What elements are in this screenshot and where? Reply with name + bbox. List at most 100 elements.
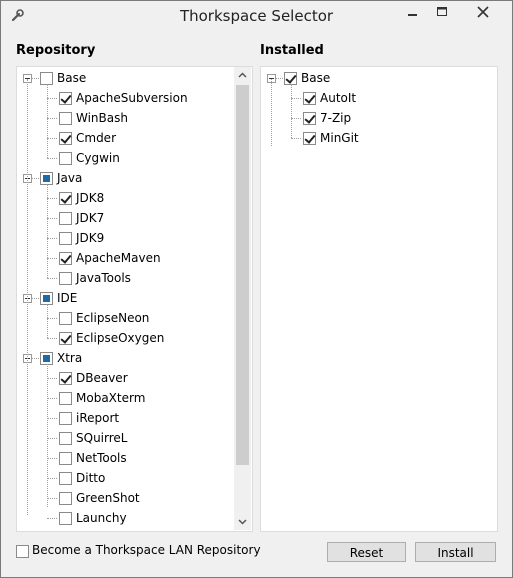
tree-connector (47, 518, 57, 519)
item-checkbox[interactable] (303, 112, 316, 125)
tree-connector (291, 118, 301, 119)
item-checkbox[interactable] (59, 252, 72, 265)
repository-scrollbar[interactable] (234, 67, 251, 530)
tree-connector (47, 364, 48, 507)
item-label: EclipseOxygen (76, 331, 165, 345)
tree-connector (32, 178, 39, 179)
item-label: JDK9 (76, 231, 105, 245)
item-label: MinGit (320, 131, 359, 145)
item-label: 7-Zip (320, 111, 352, 125)
maximize-button[interactable] (429, 1, 455, 23)
tree-connector (276, 78, 283, 79)
tree-connector (47, 338, 57, 339)
title-bar: Thorkspace Selector (1, 1, 512, 31)
item-checkbox[interactable] (59, 472, 72, 485)
lan-repository-label: Become a Thorkspace LAN Repository (32, 543, 261, 557)
item-label: DBeaver (76, 371, 128, 385)
item-label: JDK8 (76, 191, 105, 205)
item-label: Cygwin (76, 151, 120, 165)
chevron-up-icon (238, 72, 247, 78)
tree-connector (291, 138, 301, 139)
item-checkbox[interactable] (59, 112, 72, 125)
item-label: JDK7 (76, 211, 105, 225)
item-label: GreenShot (76, 491, 140, 505)
tree-connector (47, 138, 57, 139)
item-checkbox[interactable] (59, 232, 72, 245)
maximize-icon (437, 7, 447, 16)
item-label: WinBash (76, 111, 128, 125)
group-label: Base (57, 71, 87, 85)
tree-connector (32, 78, 39, 79)
item-checkbox[interactable] (303, 132, 316, 145)
scroll-up-button[interactable] (234, 67, 251, 84)
install-button[interactable]: Install (415, 542, 496, 562)
reset-button[interactable]: Reset (327, 542, 406, 562)
tree-connector (271, 79, 272, 146)
tree-connector (47, 198, 57, 199)
item-checkbox[interactable] (59, 452, 72, 465)
item-checkbox[interactable] (59, 432, 72, 445)
tree-connector (47, 304, 48, 338)
repository-tree[interactable]: Base ApacheSubversion WinBash Cmder Cygwin Ja… (16, 66, 253, 532)
group-label: Base (301, 71, 331, 85)
item-checkbox[interactable] (59, 512, 72, 525)
item-label: SQuirreL (76, 431, 128, 445)
tree-connector (47, 418, 57, 419)
minimize-button[interactable] (399, 1, 425, 23)
item-checkbox[interactable] (59, 412, 72, 425)
item-label: MobaXterm (76, 391, 146, 405)
group-label: IDE (57, 291, 78, 305)
chevron-down-icon (238, 519, 247, 525)
item-label: Ditto (76, 471, 106, 485)
tree-connector (47, 238, 57, 239)
item-label: Launchy (76, 511, 127, 525)
item-checkbox[interactable] (59, 332, 72, 345)
item-label: ApacheMaven (76, 251, 161, 265)
item-checkbox[interactable] (59, 152, 72, 165)
close-icon (477, 6, 489, 18)
item-checkbox[interactable] (59, 132, 72, 145)
item-checkbox[interactable] (59, 92, 72, 105)
tree-connector (47, 278, 57, 279)
item-checkbox[interactable] (59, 272, 72, 285)
installed-tree[interactable]: Base AutoIt 7-Zip MinGit (260, 66, 498, 532)
item-label: JavaTools (76, 271, 131, 285)
tree-connector (291, 84, 292, 138)
item-checkbox[interactable] (59, 392, 72, 405)
item-checkbox[interactable] (59, 212, 72, 225)
scroll-thumb[interactable] (236, 85, 249, 465)
tree-connector (291, 98, 301, 99)
item-checkbox[interactable] (59, 372, 72, 385)
scroll-down-button[interactable] (234, 513, 251, 530)
item-checkbox[interactable] (59, 492, 72, 505)
tree-connector (47, 318, 57, 319)
tree-connector (47, 98, 57, 99)
lan-repository-checkbox[interactable] (16, 545, 29, 558)
app-window: Thorkspace Selector Repository Installed… (0, 0, 513, 578)
item-label: iReport (76, 411, 120, 425)
tree-connector (47, 158, 57, 159)
tree-connector (47, 438, 57, 439)
tree-connector (47, 258, 57, 259)
item-checkbox[interactable] (59, 312, 72, 325)
tree-connector (47, 458, 57, 459)
item-label: ApacheSubversion (76, 91, 188, 105)
close-button[interactable] (461, 1, 505, 23)
tree-connector (47, 84, 48, 158)
tree-connector (27, 79, 28, 515)
tree-connector (47, 498, 57, 499)
tree-connector (32, 358, 39, 359)
repository-heading: Repository (16, 43, 96, 58)
item-checkbox[interactable] (303, 92, 316, 105)
tree-connector (47, 118, 57, 119)
item-checkbox[interactable] (59, 192, 72, 205)
tree-connector (32, 298, 39, 299)
minimize-icon (408, 14, 417, 16)
group-label: Java (57, 171, 83, 185)
item-label: NetTools (76, 451, 127, 465)
tree-connector (47, 218, 57, 219)
tree-connector (47, 398, 57, 399)
tree-connector (47, 184, 48, 278)
item-label: EclipseNeon (76, 311, 150, 325)
group-label: Xtra (57, 351, 83, 365)
